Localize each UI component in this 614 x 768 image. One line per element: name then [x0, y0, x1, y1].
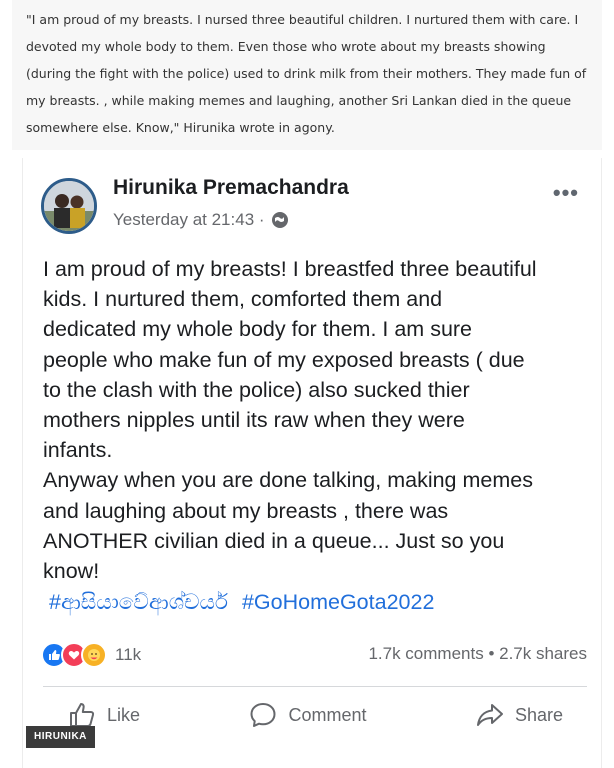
hashtags: #ආසියාවේආශ්චර්ය #GoHomeGota2022: [49, 590, 442, 615]
post-body-line: infants.: [43, 438, 113, 463]
post-body-line: dedicated my whole body for them. I am s…: [43, 317, 473, 342]
reaction-count: 11k: [115, 645, 142, 664]
post-body-line: I am proud of my breasts! I breastfed th…: [43, 257, 537, 281]
avatar[interactable]: [41, 178, 97, 234]
post-actions: Like Comment Share: [43, 700, 587, 730]
post-body-line: kids. I nurtured them, comforted them an…: [43, 287, 443, 312]
post-body-line: know!: [43, 559, 100, 584]
like-label: Like: [107, 704, 141, 725]
comments-shares-count[interactable]: 1.7k comments • 2.7k shares: [368, 644, 587, 664]
comment-icon: [250, 703, 276, 727]
post-body-line: and laughing about my breasts , there wa…: [43, 498, 449, 523]
divider: [43, 686, 587, 687]
post-body-line: people who make fun of my exposed breast…: [43, 347, 525, 372]
post-body-line: ANOTHER civilian died in a queue... Just…: [43, 528, 505, 553]
reactions-summary[interactable]: 11k: [41, 642, 141, 668]
post-body: I am proud of my breasts! I breastfed th…: [43, 254, 595, 586]
facebook-post: Hirunika Premachandra Yesterday at 21:43…: [22, 158, 602, 768]
hashtag-link[interactable]: #GoHomeGota2022: [242, 590, 434, 614]
share-icon: [476, 704, 503, 726]
globe-icon: [271, 211, 289, 229]
post-body-line: Anyway when you are done talking, making…: [43, 468, 533, 493]
comment-button[interactable]: Comment: [224, 700, 390, 730]
care-icon: [81, 642, 107, 668]
watermark-badge: HIRUNIKA: [26, 726, 95, 748]
post-body-line: to the clash with the police) also sucke…: [43, 377, 470, 402]
article-quote-text: "I am proud of my breasts. I nursed thre…: [26, 12, 587, 135]
more-dots-icon[interactable]: •••: [553, 180, 579, 206]
post-author[interactable]: Hirunika Premachandra: [113, 176, 349, 200]
comment-label: Comment: [288, 704, 367, 725]
share-button[interactable]: Share: [451, 700, 587, 730]
share-label: Share: [514, 704, 563, 725]
hashtag-link[interactable]: #ආසියාවේආශ්චර්ය: [49, 590, 228, 614]
article-quote-block: "I am proud of my breasts. I nursed thre…: [12, 0, 602, 150]
post-body-line: mothers nipples until its raw when they …: [43, 408, 465, 433]
avatar-image: [44, 181, 94, 231]
post-timestamp[interactable]: Yesterday at 21:43 ·: [113, 210, 265, 230]
post-meta: Yesterday at 21:43 ·: [113, 210, 289, 230]
